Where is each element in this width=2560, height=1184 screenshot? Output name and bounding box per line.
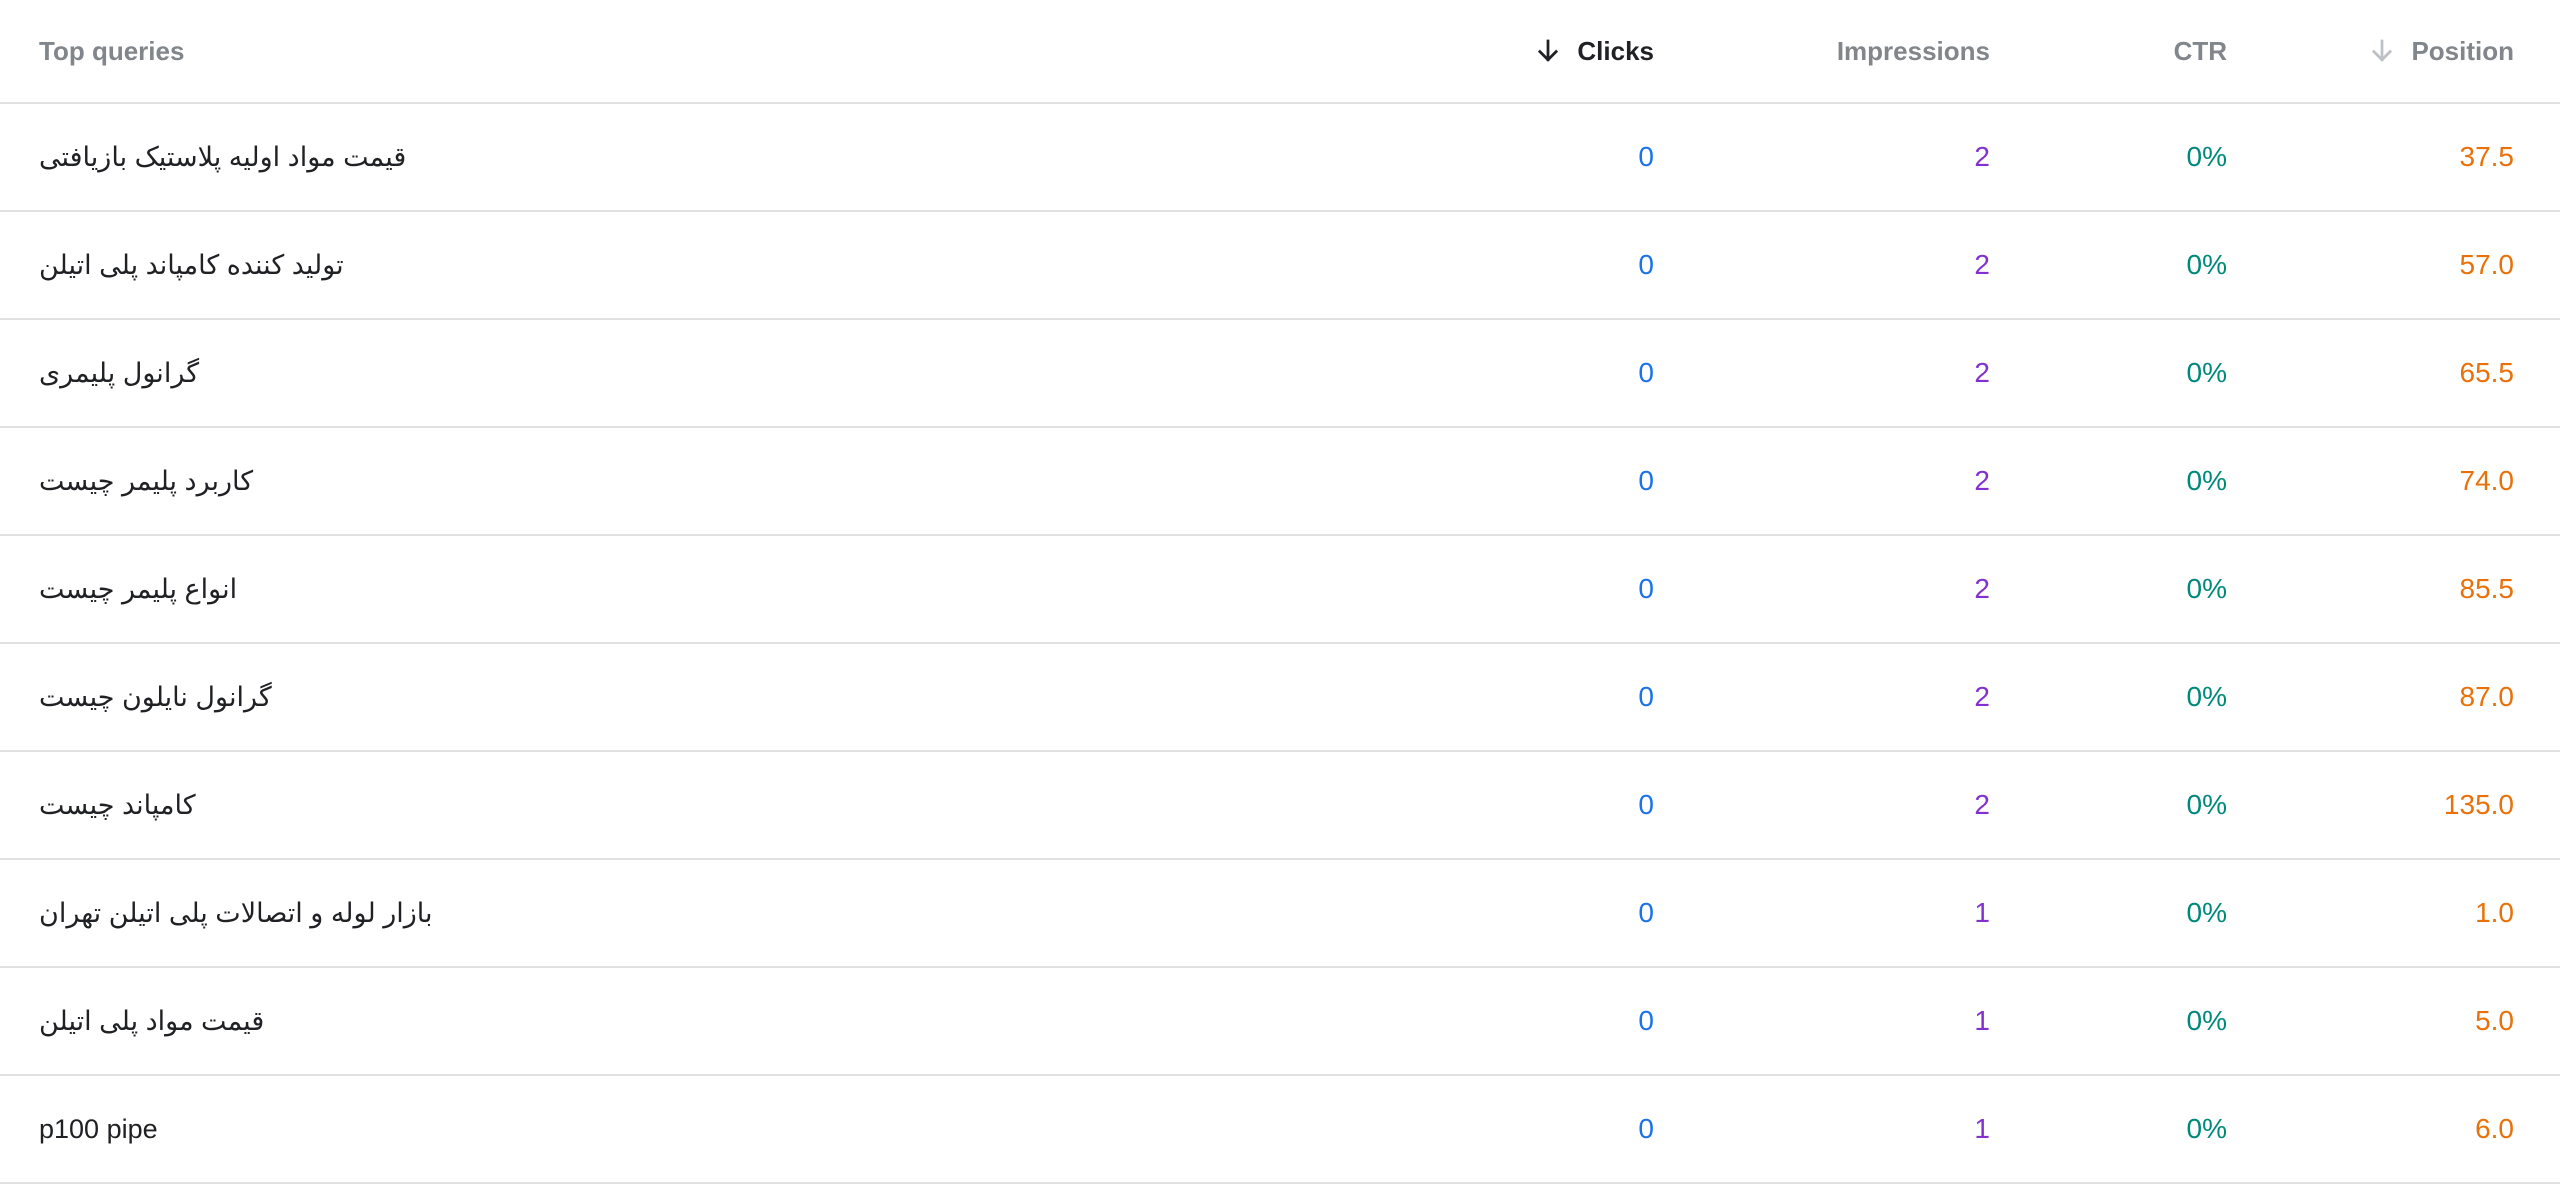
impressions-value: 1 [1974,1005,1990,1036]
query-cell: کاربرد پلیمر چیست [39,428,253,534]
table-row[interactable]: قیمت مواد پلی اتیلن 0 1 0% 5.0 [0,968,2560,1076]
position-value: 74.0 [2459,465,2515,496]
query-cell: قیمت مواد پلی اتیلن [39,968,264,1074]
query-text: تولید کننده کامپاند پلی اتیلن [39,249,344,280]
impressions-value: 1 [1974,1113,1990,1144]
table-row[interactable]: بازار لوله و اتصالات پلی اتیلن تهران 0 1… [0,860,2560,968]
position-value: 65.5 [2459,357,2515,388]
column-header-position-label: Position [2411,35,2514,66]
clicks-value: 0 [1638,1113,1654,1144]
column-header-clicks[interactable]: Clicks [1533,0,1654,102]
query-text: قیمت مواد اولیه پلاستیک بازیافتی [39,141,407,172]
query-cell: قیمت مواد اولیه پلاستیک بازیافتی [39,104,406,210]
position-value: 37.5 [2459,141,2515,172]
impressions-value: 2 [1974,573,1990,604]
impressions-value: 2 [1974,357,1990,388]
query-cell: p100 pipe [39,1076,158,1182]
position-value: 5.0 [2475,1005,2514,1036]
clicks-value: 0 [1638,357,1654,388]
ctr-value: 0% [2186,681,2227,712]
query-text: کامپاند چیست [39,789,196,820]
column-header-query-label: Top queries [39,35,185,66]
position-value: 85.5 [2459,573,2515,604]
column-header-ctr-label: CTR [2173,35,2227,66]
clicks-value: 0 [1638,1005,1654,1036]
position-value: 57.0 [2459,249,2515,280]
ctr-value: 0% [2186,897,2227,928]
impressions-value: 2 [1974,249,1990,280]
clicks-value: 0 [1638,573,1654,604]
query-text: p100 pipe [39,1113,158,1144]
query-cell: تولید کننده کامپاند پلی اتیلن [39,212,344,318]
clicks-value: 0 [1638,141,1654,172]
table-row[interactable]: تولید کننده کامپاند پلی اتیلن 0 2 0% 57.… [0,212,2560,320]
column-header-position[interactable]: Position [2367,0,2514,102]
table-row[interactable]: کامپاند چیست 0 2 0% 135.0 [0,752,2560,860]
ctr-value: 0% [2186,249,2227,280]
impressions-value: 2 [1974,681,1990,712]
position-value: 1.0 [2475,897,2514,928]
table-row[interactable]: گرانول نایلون چیست 0 2 0% 87.0 [0,644,2560,752]
arrow-down-icon [1533,36,1563,66]
table-row[interactable]: گرانول پلیمری 0 2 0% 65.5 [0,320,2560,428]
query-text: انواع پلیمر چیست [39,573,238,604]
position-value: 6.0 [2475,1113,2514,1144]
query-cell: انواع پلیمر چیست [39,536,237,642]
column-header-query[interactable]: Top queries [39,0,184,102]
impressions-value: 2 [1974,141,1990,172]
query-cell: گرانول پلیمری [39,320,199,426]
ctr-value: 0% [2186,789,2227,820]
column-header-ctr[interactable]: CTR [2174,0,2227,102]
arrow-down-icon [2367,36,2397,66]
query-text: گرانول نایلون چیست [39,681,272,712]
query-text: قیمت مواد پلی اتیلن [39,1005,265,1036]
clicks-value: 0 [1638,465,1654,496]
clicks-value: 0 [1638,681,1654,712]
table-row[interactable]: انواع پلیمر چیست 0 2 0% 85.5 [0,536,2560,644]
clicks-value: 0 [1638,789,1654,820]
ctr-value: 0% [2186,465,2227,496]
impressions-value: 2 [1974,789,1990,820]
query-text: کاربرد پلیمر چیست [39,465,254,496]
ctr-value: 0% [2186,1113,2227,1144]
ctr-value: 0% [2186,573,2227,604]
impressions-value: 2 [1974,465,1990,496]
query-cell: کامپاند چیست [39,752,196,858]
position-value: 135.0 [2443,789,2514,820]
clicks-value: 0 [1638,897,1654,928]
column-header-impressions[interactable]: Impressions [1837,0,1990,102]
impressions-value: 1 [1974,897,1990,928]
ctr-value: 0% [2186,1005,2227,1036]
table-body: قیمت مواد اولیه پلاستیک بازیافتی 0 2 0% … [0,104,2560,1184]
table-header-row: Top queries Clicks Impressions CTR Posit… [0,0,2560,104]
column-header-impressions-label: Impressions [1836,35,1990,66]
ctr-value: 0% [2186,141,2227,172]
query-cell: گرانول نایلون چیست [39,644,272,750]
clicks-value: 0 [1638,249,1654,280]
query-cell: بازار لوله و اتصالات پلی اتیلن تهران [39,860,433,966]
table-row[interactable]: کاربرد پلیمر چیست 0 2 0% 74.0 [0,428,2560,536]
table-row[interactable]: p100 pipe 0 1 0% 6.0 [0,1076,2560,1184]
position-value: 87.0 [2459,681,2515,712]
column-header-clicks-label: Clicks [1577,35,1654,66]
table-row[interactable]: قیمت مواد اولیه پلاستیک بازیافتی 0 2 0% … [0,104,2560,212]
top-queries-table: Top queries Clicks Impressions CTR Posit… [0,0,2560,1184]
query-text: گرانول پلیمری [39,357,200,388]
query-text: بازار لوله و اتصالات پلی اتیلن تهران [39,897,433,928]
ctr-value: 0% [2186,357,2227,388]
